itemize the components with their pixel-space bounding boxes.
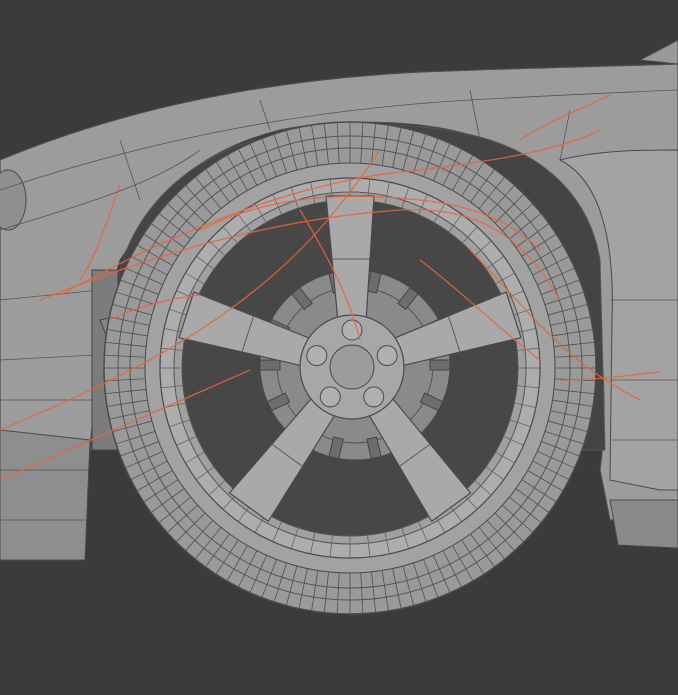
wheel-hub	[299, 314, 405, 420]
lug-nut	[363, 386, 385, 408]
wireframe-car-wheel-render	[0, 0, 678, 695]
front-bumper-lower	[0, 429, 91, 561]
lug-nut	[376, 345, 398, 367]
lug-nut	[319, 386, 341, 408]
side-skirt	[609, 499, 678, 549]
brake-disc-slot	[429, 359, 451, 371]
lug-nut	[306, 345, 328, 367]
brake-disc-slot	[259, 359, 281, 371]
3d-viewport[interactable]	[0, 0, 678, 695]
